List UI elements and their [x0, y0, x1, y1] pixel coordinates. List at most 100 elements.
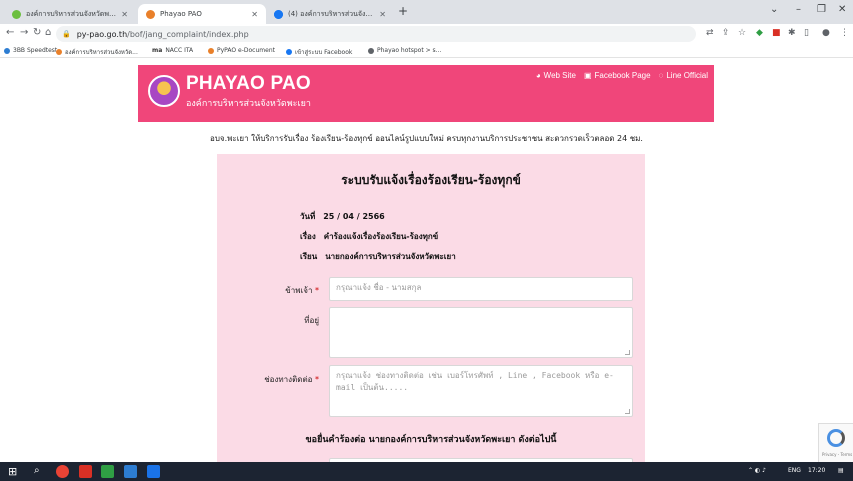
- address-label-text: ที่อยู่: [304, 316, 319, 325]
- contact-label-text: ช่องทางติดต่อ: [264, 375, 313, 384]
- close-icon[interactable]: ✕: [121, 10, 128, 19]
- side-panel-icon[interactable]: ▯: [804, 28, 809, 38]
- bookmark-label: Phayao hotspot > s...: [377, 47, 442, 54]
- website-link[interactable]: ◕ Web Site: [536, 71, 576, 80]
- contact-field-label: ช่องทางติดต่อ *: [229, 373, 319, 386]
- line-link-label: Line Official: [666, 71, 708, 80]
- line-icon: ◌: [658, 71, 664, 80]
- date-value: 25 / 04 / 2566: [323, 212, 385, 221]
- browser-tab-strip: องค์การบริหารส่วนจังหวัดพะเยา – Ph ✕ Pha…: [0, 0, 853, 24]
- home-icon[interactable]: ⌂: [45, 27, 51, 38]
- minimize-icon[interactable]: –: [796, 4, 801, 15]
- subject-row: เรื่อง คำร้องแจ้งเรื่องร้องเรียน-ร้องทุกข…: [300, 230, 438, 243]
- tab-label: Phayao PAO: [160, 10, 202, 18]
- close-icon[interactable]: ✕: [251, 10, 258, 19]
- required-mark: *: [315, 375, 319, 384]
- bookmark-label: NACC ITA: [165, 47, 194, 54]
- complaint-form: ระบบรับแจ้งเรื่องร้องเรียน-ร้องทุกข์ วัน…: [217, 154, 645, 462]
- tab-label: องค์การบริหารส่วนจังหวัดพะเยา – Ph: [26, 9, 118, 18]
- line-official-link[interactable]: ◌ Line Official: [659, 71, 708, 80]
- bookmark-favicon-icon: [4, 47, 10, 54]
- close-icon[interactable]: ✕: [379, 10, 386, 19]
- file-explorer-icon[interactable]: [124, 465, 137, 478]
- address-bar[interactable]: 🔒 py-pao.go.th/bof/jang_complaint/index.…: [56, 26, 696, 42]
- new-tab-button[interactable]: +: [398, 4, 408, 18]
- bookmark-label: PyPAO e-Document: [217, 47, 275, 54]
- close-window-icon[interactable]: ✕: [838, 4, 846, 15]
- windows-start-icon[interactable]: ⊞: [8, 465, 21, 478]
- subject-label: เรื่อง: [300, 232, 316, 241]
- address-textarea[interactable]: [329, 307, 633, 358]
- search-icon[interactable]: ⌕: [34, 465, 47, 478]
- recaptcha-terms[interactable]: Privacy - Terms: [822, 452, 852, 457]
- pao-logo-icon[interactable]: [148, 75, 180, 107]
- contact-textarea[interactable]: กรุณาแจ้ง ช่องทางติดต่อ เช่น เบอร์โทรศัพ…: [329, 365, 633, 417]
- extension-icon[interactable]: ◆: [756, 28, 763, 38]
- recipient-value: นายกองค์การบริหารส่วนจังหวัดพะเยา: [325, 252, 456, 261]
- nacc-logo-icon: ma: [152, 47, 163, 54]
- app-window-icon[interactable]: [147, 465, 160, 478]
- browser-toolbar: ← → ↻ ⌂ 🔒 py-pao.go.th/bof/jang_complain…: [0, 24, 853, 44]
- bookmark-favicon-icon: [286, 49, 292, 55]
- facebook-page-link[interactable]: ▣ Facebook Page: [584, 71, 651, 80]
- notification-icon[interactable]: ▤: [838, 467, 844, 474]
- menu-kebab-icon[interactable]: ⋮: [840, 28, 849, 38]
- site-logo-subtitle: องค์การบริหารส่วนจังหวัดพะเยา: [186, 99, 311, 109]
- share-icon[interactable]: ⇪: [722, 28, 730, 38]
- extensions-puzzle-icon[interactable]: ✱: [788, 28, 796, 38]
- site-header: PHAYAO PAO องค์การบริหารส่วนจังหวัดพะเยา…: [138, 65, 714, 122]
- tab-pao-home[interactable]: องค์การบริหารส่วนจังหวัดพะเยา – Ph ✕: [4, 4, 136, 24]
- bookmarks-bar: 3BB Speedtest องค์การบริหารส่วนจังหวัด..…: [0, 44, 853, 58]
- tab-facebook-label[interactable]: (4) องค์การบริหารส่วนจังหวัดพะเยา | ✕: [266, 4, 394, 24]
- website-link-label: Web Site: [543, 71, 576, 80]
- contact-textarea-placeholder: กรุณาแจ้ง ช่องทางติดต่อ เช่น เบอร์โทรศัพ…: [336, 371, 614, 392]
- date-label: วันที่: [300, 212, 316, 221]
- translate-icon[interactable]: ⇄: [706, 28, 714, 38]
- bookmark-favicon-icon: [368, 47, 374, 54]
- bookmark-favicon-icon: [56, 49, 62, 55]
- required-mark: *: [315, 286, 319, 295]
- service-notice: อบจ.พะเยา ให้บริการรับเรื่อง ร้องเรียน-ร…: [210, 134, 643, 143]
- tray-icons[interactable]: ⌃ ◐ ♪: [748, 467, 766, 474]
- resize-grip-icon[interactable]: [625, 350, 630, 355]
- name-label-text: ข้าพเจ้า: [285, 286, 313, 295]
- bookmark-item[interactable]: เข้าสู่ระบบ Facebook: [286, 47, 352, 57]
- address-field-label: ที่อยู่: [229, 314, 319, 327]
- recaptcha-badge[interactable]: Privacy - Terms: [818, 423, 853, 462]
- bookmark-favicon-icon: [208, 47, 214, 54]
- name-field-label: ข้าพเจ้า *: [229, 284, 319, 297]
- pdf-app-icon[interactable]: [79, 465, 92, 478]
- tab-search-icon[interactable]: ⌄: [770, 4, 778, 15]
- line-app-icon[interactable]: [101, 465, 114, 478]
- bookmark-item[interactable]: ma NACC ITA: [152, 47, 193, 54]
- site-logo-title[interactable]: PHAYAO PAO: [186, 73, 311, 95]
- bookmark-item[interactable]: 3BB Speedtest: [4, 47, 57, 54]
- bookmark-star-icon[interactable]: ☆: [738, 28, 746, 38]
- back-icon[interactable]: ←: [6, 27, 14, 38]
- url-host: py-pao.go.th: [76, 29, 128, 39]
- pdf-extension-icon[interactable]: ■: [772, 28, 781, 38]
- bookmark-item[interactable]: องค์การบริหารส่วนจังหวัด...: [56, 47, 138, 57]
- language-indicator[interactable]: ENG: [788, 467, 801, 474]
- petition-subheading: ขอยื่นคำร้องต่อ นายกองค์การบริหารส่วนจัง…: [305, 435, 557, 445]
- date-row: วันที่ 25 / 04 / 2566: [300, 210, 385, 223]
- forward-icon[interactable]: →: [20, 27, 28, 38]
- facebook-icon: ▣: [583, 71, 592, 80]
- recaptcha-icon: [827, 429, 845, 447]
- chrome-icon[interactable]: [56, 465, 69, 478]
- bookmark-label: 3BB Speedtest: [13, 47, 58, 54]
- name-input[interactable]: กรุณาแจ้ง ชื่อ - นามสกุล: [329, 277, 633, 301]
- bookmark-item[interactable]: Phayao hotspot > s...: [368, 47, 441, 54]
- form-title: ระบบรับแจ้งเรื่องร้องเรียน-ร้องทุกข์: [341, 173, 521, 187]
- lock-icon: 🔒: [62, 30, 71, 38]
- tab-label: (4) องค์การบริหารส่วนจังหวัดพะเยา |: [288, 9, 375, 18]
- globe-icon: ◕: [535, 71, 541, 80]
- reload-icon[interactable]: ↻: [33, 27, 41, 38]
- bookmark-item[interactable]: PyPAO e-Document: [208, 47, 275, 54]
- header-links: ◕ Web Site ▣ Facebook Page ◌ Line Official: [536, 71, 708, 80]
- clock[interactable]: 17:20: [808, 467, 825, 474]
- profile-icon[interactable]: ●: [822, 28, 830, 38]
- tab-hidden101: [148, 4, 164, 24]
- maximize-icon[interactable]: ❐: [817, 4, 826, 15]
- resize-grip-icon[interactable]: [625, 409, 630, 414]
